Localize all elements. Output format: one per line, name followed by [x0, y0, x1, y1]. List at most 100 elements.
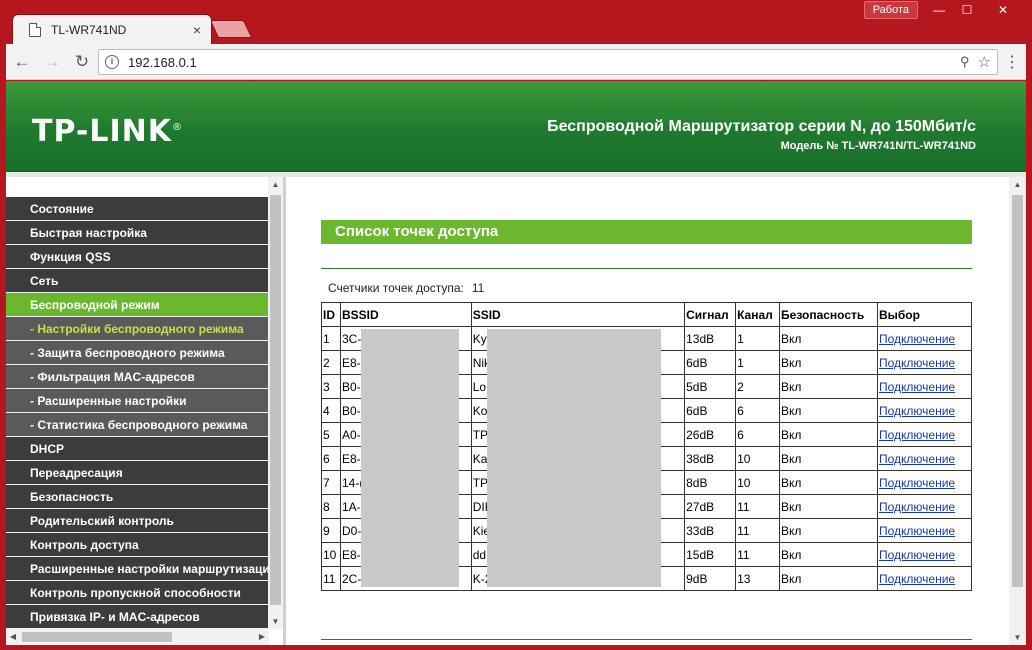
sidebar-item[interactable]: - Защита беспроводного режима: [6, 341, 269, 365]
new-tab-button[interactable]: [209, 20, 253, 38]
connect-link[interactable]: Подключение: [879, 380, 955, 394]
connect-link[interactable]: Подключение: [879, 500, 955, 514]
connect-link[interactable]: Подключение: [879, 452, 955, 466]
scroll-right-icon[interactable]: ▶: [255, 629, 269, 645]
browser-menu-icon[interactable]: ⋮: [1004, 52, 1020, 72]
scroll-thumb[interactable]: [22, 632, 172, 642]
maximize-icon[interactable]: ☐: [954, 1, 980, 19]
scroll-down-icon[interactable]: ▼: [268, 614, 283, 629]
address-bar[interactable]: i 192.168.0.1 ⚲ ☆: [98, 49, 998, 75]
router-model: Модель № TL-WR741N/TL-WR741ND: [780, 140, 976, 152]
table-cell: 26dB: [684, 422, 737, 447]
column-header: SSID: [470, 302, 686, 327]
reload-icon[interactable]: ↻: [68, 48, 96, 76]
table-cell: 1: [321, 326, 341, 351]
table-header-row: ID BSSID SSID Сигнал Канал Безопасность Выбор: [321, 302, 973, 327]
close-window-icon[interactable]: ✕: [982, 1, 1024, 19]
table-cell: Подключение: [876, 446, 973, 471]
column-header: Безопасность: [779, 302, 878, 327]
table-cell: 6dB: [684, 398, 737, 423]
browser-tab[interactable]: TL-WR741ND ×: [12, 14, 212, 44]
router-title: Беспроводной Маршрутизатор серии N, до 1…: [547, 118, 976, 135]
scroll-up-icon[interactable]: ▲: [1009, 177, 1026, 192]
sidebar-item[interactable]: Состояние: [6, 197, 269, 221]
sidebar-item[interactable]: Расширенные настройки маршрутизации: [6, 557, 269, 581]
table-cell: 38dB: [684, 446, 737, 471]
sidebar-item[interactable]: Контроль пропускной способности: [6, 581, 269, 605]
connect-link[interactable]: Подключение: [879, 356, 955, 370]
window-controls: Работа — ☐ ✕: [863, 1, 1024, 19]
sidebar-item[interactable]: - Настройки беспроводного режима: [6, 317, 269, 341]
profile-button[interactable]: Работа: [863, 1, 918, 19]
redacted-bssid: [361, 329, 459, 587]
connect-link[interactable]: Подключение: [879, 476, 955, 490]
sidebar-item[interactable]: Функция QSS: [6, 245, 269, 269]
bookmark-star-icon[interactable]: ☆: [978, 53, 991, 71]
connect-link[interactable]: Подключение: [879, 428, 955, 442]
connect-link[interactable]: Подключение: [879, 332, 955, 346]
sidebar-item[interactable]: Контроль доступа: [6, 533, 269, 557]
main-vertical-scrollbar[interactable]: ▲ ▼: [1009, 177, 1026, 645]
table-cell: 6: [735, 422, 781, 447]
sidebar-item[interactable]: Быстрая настройка: [6, 221, 269, 245]
table-cell: 10: [735, 470, 781, 495]
divider: [321, 268, 972, 269]
sidebar-item[interactable]: - Фильтрация MAC-адресов: [6, 365, 269, 389]
tab-title: TL-WR741ND: [51, 22, 127, 37]
section-title: Список точек доступа: [321, 220, 972, 244]
sidebar-item[interactable]: Переадресация: [6, 461, 269, 485]
table-cell: Подключение: [876, 422, 973, 447]
divider: [321, 639, 972, 640]
table-cell: Подключение: [876, 470, 973, 495]
table-cell: 11: [321, 566, 341, 591]
scroll-down-icon[interactable]: ▼: [1009, 630, 1026, 645]
table-cell: Вкл: [779, 374, 878, 399]
sidebar-horizontal-scrollbar[interactable]: ◀ ▶: [6, 629, 269, 645]
connect-link[interactable]: Подключение: [879, 572, 955, 586]
redacted-ssid: [487, 329, 661, 587]
table-cell: 7: [321, 470, 341, 495]
table-cell: Подключение: [876, 494, 973, 519]
url-text[interactable]: 192.168.0.1: [128, 55, 960, 70]
table-cell: 9: [321, 518, 341, 543]
key-icon[interactable]: ⚲: [960, 54, 970, 70]
table-cell: 8dB: [684, 470, 737, 495]
sidebar-item[interactable]: Родительский контроль: [6, 509, 269, 533]
sidebar-item[interactable]: - Расширенные настройки: [6, 389, 269, 413]
sidebar-frame: Состояние Быстрая настройка Функция QSS Сет…: [6, 177, 286, 645]
connect-link[interactable]: Подключение: [879, 404, 955, 418]
ap-count-value: 11: [471, 281, 485, 295]
scroll-thumb[interactable]: [270, 195, 281, 605]
table-cell: Вкл: [779, 494, 878, 519]
scroll-up-icon[interactable]: ▲: [268, 177, 283, 192]
minimize-icon[interactable]: —: [926, 1, 952, 19]
sidebar-item[interactable]: Сеть: [6, 269, 269, 293]
sidebar-item[interactable]: - Статистика беспроводного режима: [6, 413, 269, 437]
sidebar-item[interactable]: Привязка IP- и MAC-адресов: [6, 605, 269, 629]
connect-link[interactable]: Подключение: [879, 524, 955, 538]
table-cell: Вкл: [779, 446, 878, 471]
main-frame: Список точек доступа Счетчики точек дост…: [289, 177, 1026, 645]
sidebar-item[interactable]: DHCP: [6, 437, 269, 461]
connect-link[interactable]: Подключение: [879, 548, 955, 562]
scroll-left-icon[interactable]: ◀: [6, 629, 20, 645]
table-cell: 3: [321, 374, 341, 399]
table-cell: 11: [735, 494, 781, 519]
sidebar-item[interactable]: Беспроводной режим: [6, 293, 269, 317]
table-cell: 2: [735, 374, 781, 399]
table-cell: Подключение: [876, 374, 973, 399]
table-cell: 11: [735, 542, 781, 567]
table-cell: 1: [735, 326, 781, 351]
scroll-thumb[interactable]: [1012, 195, 1023, 587]
column-header: BSSID: [339, 302, 472, 327]
column-header: Сигнал: [684, 302, 737, 327]
forward-icon[interactable]: →: [38, 48, 66, 76]
back-icon[interactable]: ←: [8, 48, 36, 76]
site-info-icon[interactable]: i: [105, 55, 119, 69]
sidebar-item[interactable]: Безопасность: [6, 485, 269, 509]
table-cell: Вкл: [779, 326, 878, 351]
table-cell: Вкл: [779, 470, 878, 495]
sidebar-vertical-scrollbar[interactable]: ▲ ▼: [268, 177, 283, 629]
tab-close-icon[interactable]: ×: [193, 22, 201, 38]
table-cell: Подключение: [876, 542, 973, 567]
